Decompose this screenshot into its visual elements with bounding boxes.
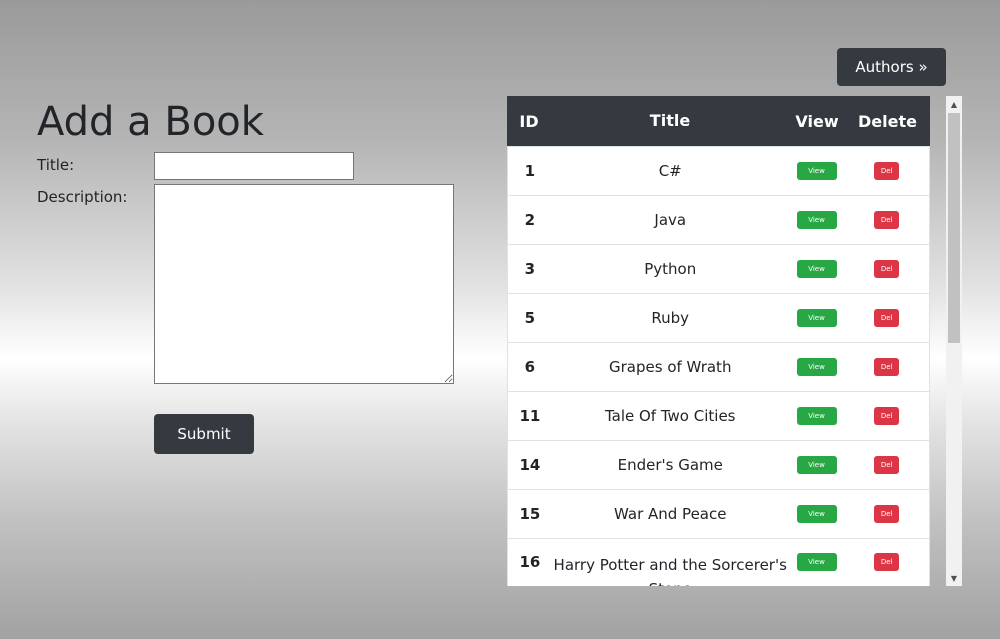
delete-button[interactable]: Del <box>874 505 900 523</box>
row-title: C# <box>658 162 682 180</box>
view-button[interactable]: View <box>796 553 837 571</box>
row-title: Java <box>654 211 687 229</box>
view-button[interactable]: View <box>796 260 837 278</box>
authors-button[interactable]: Authors » <box>837 48 946 86</box>
scroll-down-arrow-icon[interactable]: ▼ <box>946 570 962 586</box>
row-id: 6 <box>524 358 536 376</box>
title-input[interactable] <box>154 152 354 180</box>
delete-button[interactable]: Del <box>874 456 900 474</box>
row-id: 1 <box>524 162 536 180</box>
delete-button[interactable]: Del <box>874 211 900 229</box>
row-title: Ruby <box>651 309 690 327</box>
table-row: 11 Tale Of Two Cities View Del <box>507 391 930 440</box>
table-row: 1 C# View Del <box>507 146 930 195</box>
delete-button[interactable]: Del <box>874 407 900 425</box>
delete-button[interactable]: Del <box>874 309 900 327</box>
delete-button[interactable]: Del <box>874 260 900 278</box>
table-row: 15 War And Peace View Del <box>507 489 930 538</box>
delete-button[interactable]: Del <box>874 553 900 571</box>
row-id: 16 <box>519 553 541 571</box>
view-button[interactable]: View <box>796 505 837 523</box>
description-textarea[interactable] <box>154 184 454 384</box>
header-title: Title <box>649 111 691 130</box>
row-title: Harry Potter and the Sorcerer's Stone <box>553 556 787 586</box>
row-id: 15 <box>519 505 541 523</box>
table-row: 5 Ruby View Del <box>507 293 930 342</box>
table-header: ID Title View Delete <box>507 96 930 146</box>
view-button[interactable]: View <box>796 309 837 327</box>
table-row: 14 Ender's Game View Del <box>507 440 930 489</box>
table-row: 2 Java View Del <box>507 195 930 244</box>
view-button[interactable]: View <box>796 162 837 180</box>
row-id: 2 <box>524 211 536 229</box>
view-button[interactable]: View <box>796 211 837 229</box>
page-title: Add a Book <box>37 99 264 145</box>
row-title: War And Peace <box>614 505 727 523</box>
table-row: 3 Python View Del <box>507 244 930 293</box>
row-id: 14 <box>519 456 541 474</box>
delete-button[interactable]: Del <box>874 358 900 376</box>
row-title: Ender's Game <box>617 456 723 474</box>
header-view: View <box>795 111 839 131</box>
submit-button[interactable]: Submit <box>154 414 254 454</box>
row-id: 11 <box>519 407 541 425</box>
scrollbar-thumb[interactable] <box>948 113 960 343</box>
books-table: ID Title View Delete 1 C# View Del 2 Jav… <box>507 96 930 586</box>
delete-button[interactable]: Del <box>874 162 900 180</box>
view-button[interactable]: View <box>796 407 837 425</box>
description-label: Description: <box>37 188 128 206</box>
row-title: Grapes of Wrath <box>609 358 732 376</box>
row-id: 5 <box>524 309 536 327</box>
header-id: ID <box>519 111 539 131</box>
table-row: 16 Harry Potter and the Sorcerer's Stone… <box>507 538 930 586</box>
row-title: Tale Of Two Cities <box>604 407 736 425</box>
header-delete: Delete <box>858 111 917 131</box>
books-table-container[interactable]: ID Title View Delete 1 C# View Del 2 Jav… <box>507 96 962 586</box>
table-scrollbar[interactable]: ▲ ▼ <box>946 96 962 586</box>
table-row: 6 Grapes of Wrath View Del <box>507 342 930 391</box>
row-title: Python <box>644 260 697 278</box>
row-id: 3 <box>524 260 536 278</box>
scroll-up-arrow-icon[interactable]: ▲ <box>946 96 962 112</box>
title-label: Title: <box>37 156 75 174</box>
view-button[interactable]: View <box>796 358 837 376</box>
view-button[interactable]: View <box>796 456 837 474</box>
